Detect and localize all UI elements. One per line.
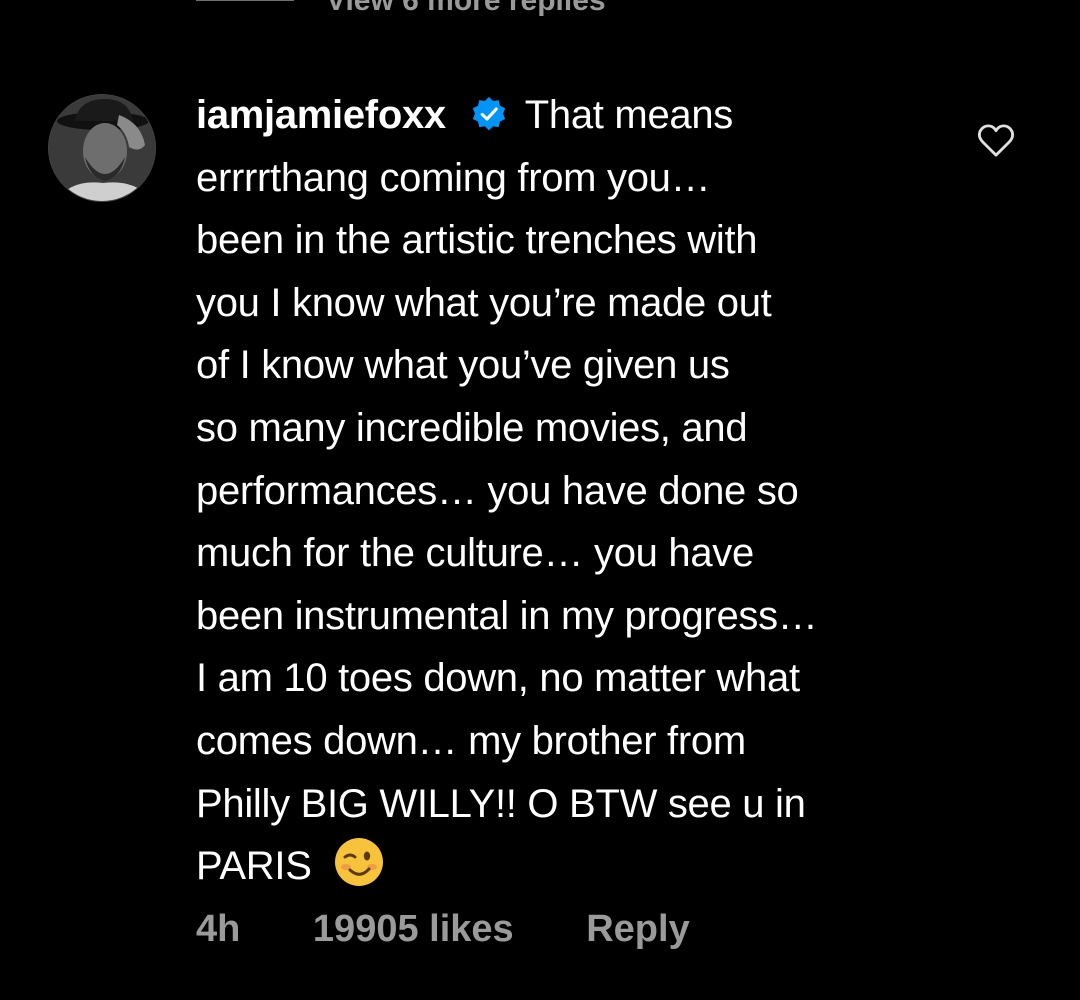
avatar[interactable] [48,94,156,202]
comment-line: much for the culture… you have [196,531,754,576]
avatar-image [49,95,155,201]
comment-line: been in the artistic trenches with [196,218,758,263]
heart-outline-icon[interactable] [977,124,1015,158]
username-link[interactable]: iamjamiefoxx [196,93,446,137]
comment-line: been instrumental in my progress… [196,593,818,638]
comment-line: That means [524,93,734,137]
comment-line: comes down… my brother from [196,718,746,763]
verified-badge-icon [472,96,505,131]
thread-line [196,0,294,1]
comment-line: Philly BIG WILLY!! O BTW see u in [196,781,806,826]
reply-button[interactable]: Reply [586,908,689,951]
comment-body: iamjamiefoxx That means errrrthang comin… [196,84,956,898]
winking-face-emoji [335,838,384,887]
view-more-replies-label[interactable]: View 6 more replies [326,0,606,18]
comment-first-line: iamjamiefoxx That means [196,84,956,147]
view-more-replies[interactable]: View 6 more replies [0,0,1080,17]
likes-count[interactable]: 19905 likes [313,908,514,951]
comment-last-line: PARIS [196,835,956,898]
comment-line: performances… you have done so [196,468,799,513]
comment-line: so many incredible movies, and [196,405,748,450]
comment-line: I am 10 toes down, no matter what [196,656,800,701]
comment-meta: 4h 19905 likes Reply [196,908,690,951]
comment-line: you I know what you’re made out [196,280,772,325]
comment-line: errrrthang coming from you… [196,155,711,200]
comment-line: of I know what you’ve given us [196,343,730,388]
comment-timestamp: 4h [196,908,241,950]
comment-line: PARIS [196,844,312,889]
